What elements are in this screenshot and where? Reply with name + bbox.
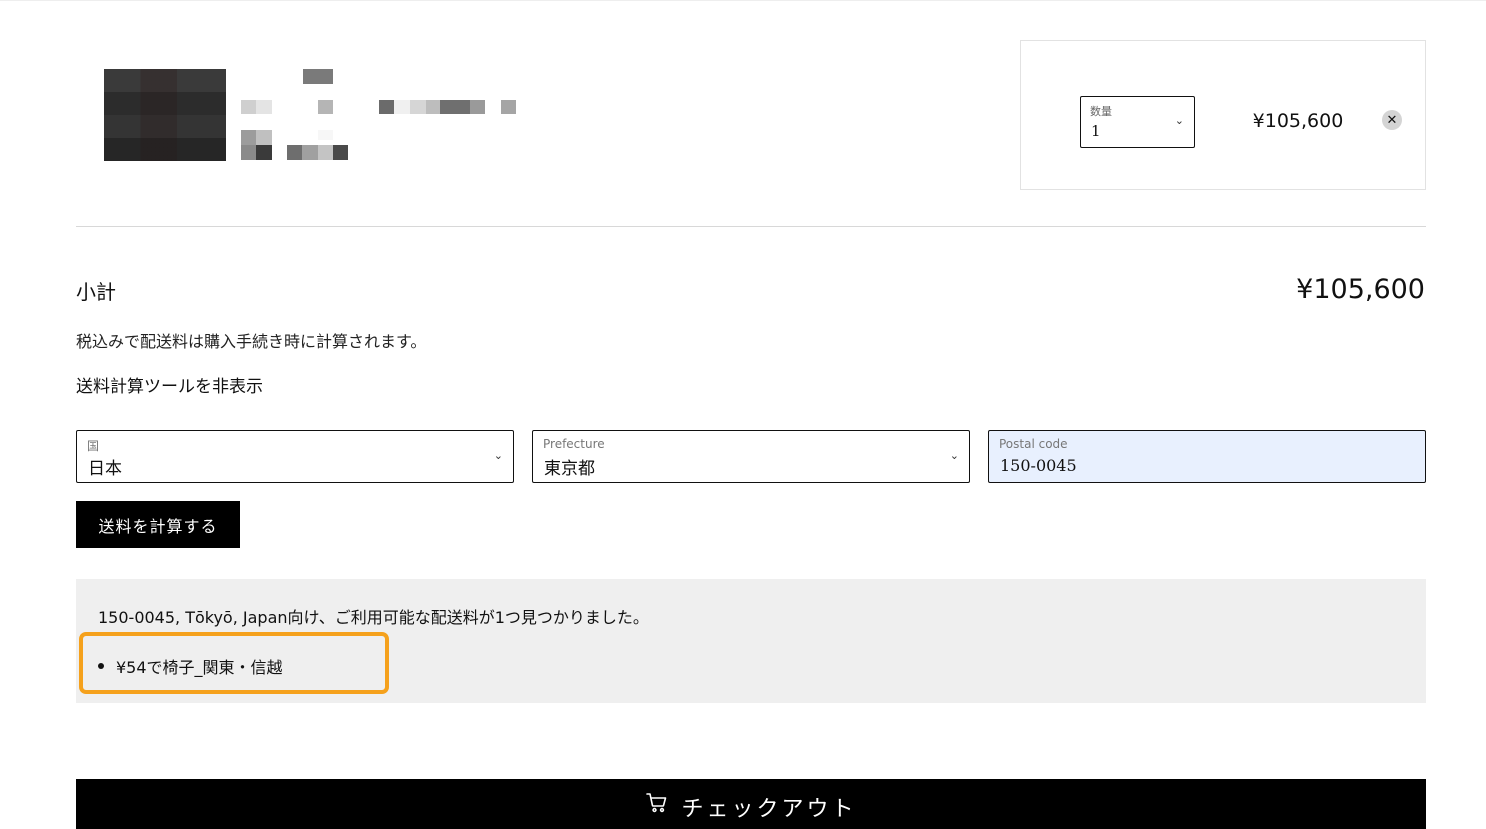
prefecture-select[interactable]: Prefecture 東京都 ⌄ bbox=[532, 430, 970, 483]
cart-item: 数量 1 ⌄ ¥105,600 ✕ bbox=[76, 40, 1426, 190]
annotation-highlight bbox=[79, 632, 389, 694]
prefecture-label: Prefecture bbox=[543, 437, 605, 451]
tax-note: 税込みで配送料は購入手続き時に計算されます。 bbox=[76, 332, 427, 351]
close-icon: ✕ bbox=[1386, 112, 1398, 128]
chevron-down-icon: ⌄ bbox=[1174, 114, 1184, 127]
top-rule bbox=[0, 0, 1486, 1]
shipping-rates-message: 150-0045, Tōkyō, Japan向け、ご利用可能な配送料が1つ見つか… bbox=[98, 608, 649, 627]
postal-code-value: 150-0045 bbox=[1000, 456, 1077, 475]
subtotal-value: ¥105,600 bbox=[1296, 274, 1425, 305]
cart-icon bbox=[646, 793, 667, 813]
postal-code-label: Postal code bbox=[999, 437, 1068, 451]
chevron-down-icon: ⌄ bbox=[949, 449, 959, 462]
prefecture-value: 東京都 bbox=[544, 459, 595, 479]
quantity-label: 数量 bbox=[1090, 105, 1112, 118]
postal-code-input[interactable]: Postal code 150-0045 bbox=[988, 430, 1426, 483]
country-value: 日本 bbox=[88, 459, 122, 479]
remove-item-button[interactable]: ✕ bbox=[1382, 110, 1402, 130]
line-item-price: ¥105,600 bbox=[1252, 110, 1344, 132]
chevron-down-icon: ⌄ bbox=[493, 449, 503, 462]
country-label: 国 bbox=[87, 439, 100, 453]
checkout-button[interactable]: チェックアウト bbox=[76, 779, 1426, 829]
checkout-label: チェックアウト bbox=[681, 797, 857, 822]
hide-shipping-calculator-link[interactable]: 送料計算ツールを非表示 bbox=[76, 372, 263, 397]
country-select[interactable]: 国 日本 ⌄ bbox=[76, 430, 514, 483]
calculate-shipping-button[interactable]: 送料を計算する bbox=[76, 501, 240, 548]
quantity-select[interactable]: 数量 1 ⌄ bbox=[1080, 96, 1195, 148]
product-thumbnail[interactable] bbox=[104, 69, 226, 161]
quantity-value: 1 bbox=[1091, 122, 1101, 140]
subtotal-label: 小計 bbox=[76, 280, 116, 304]
divider bbox=[76, 226, 1426, 227]
